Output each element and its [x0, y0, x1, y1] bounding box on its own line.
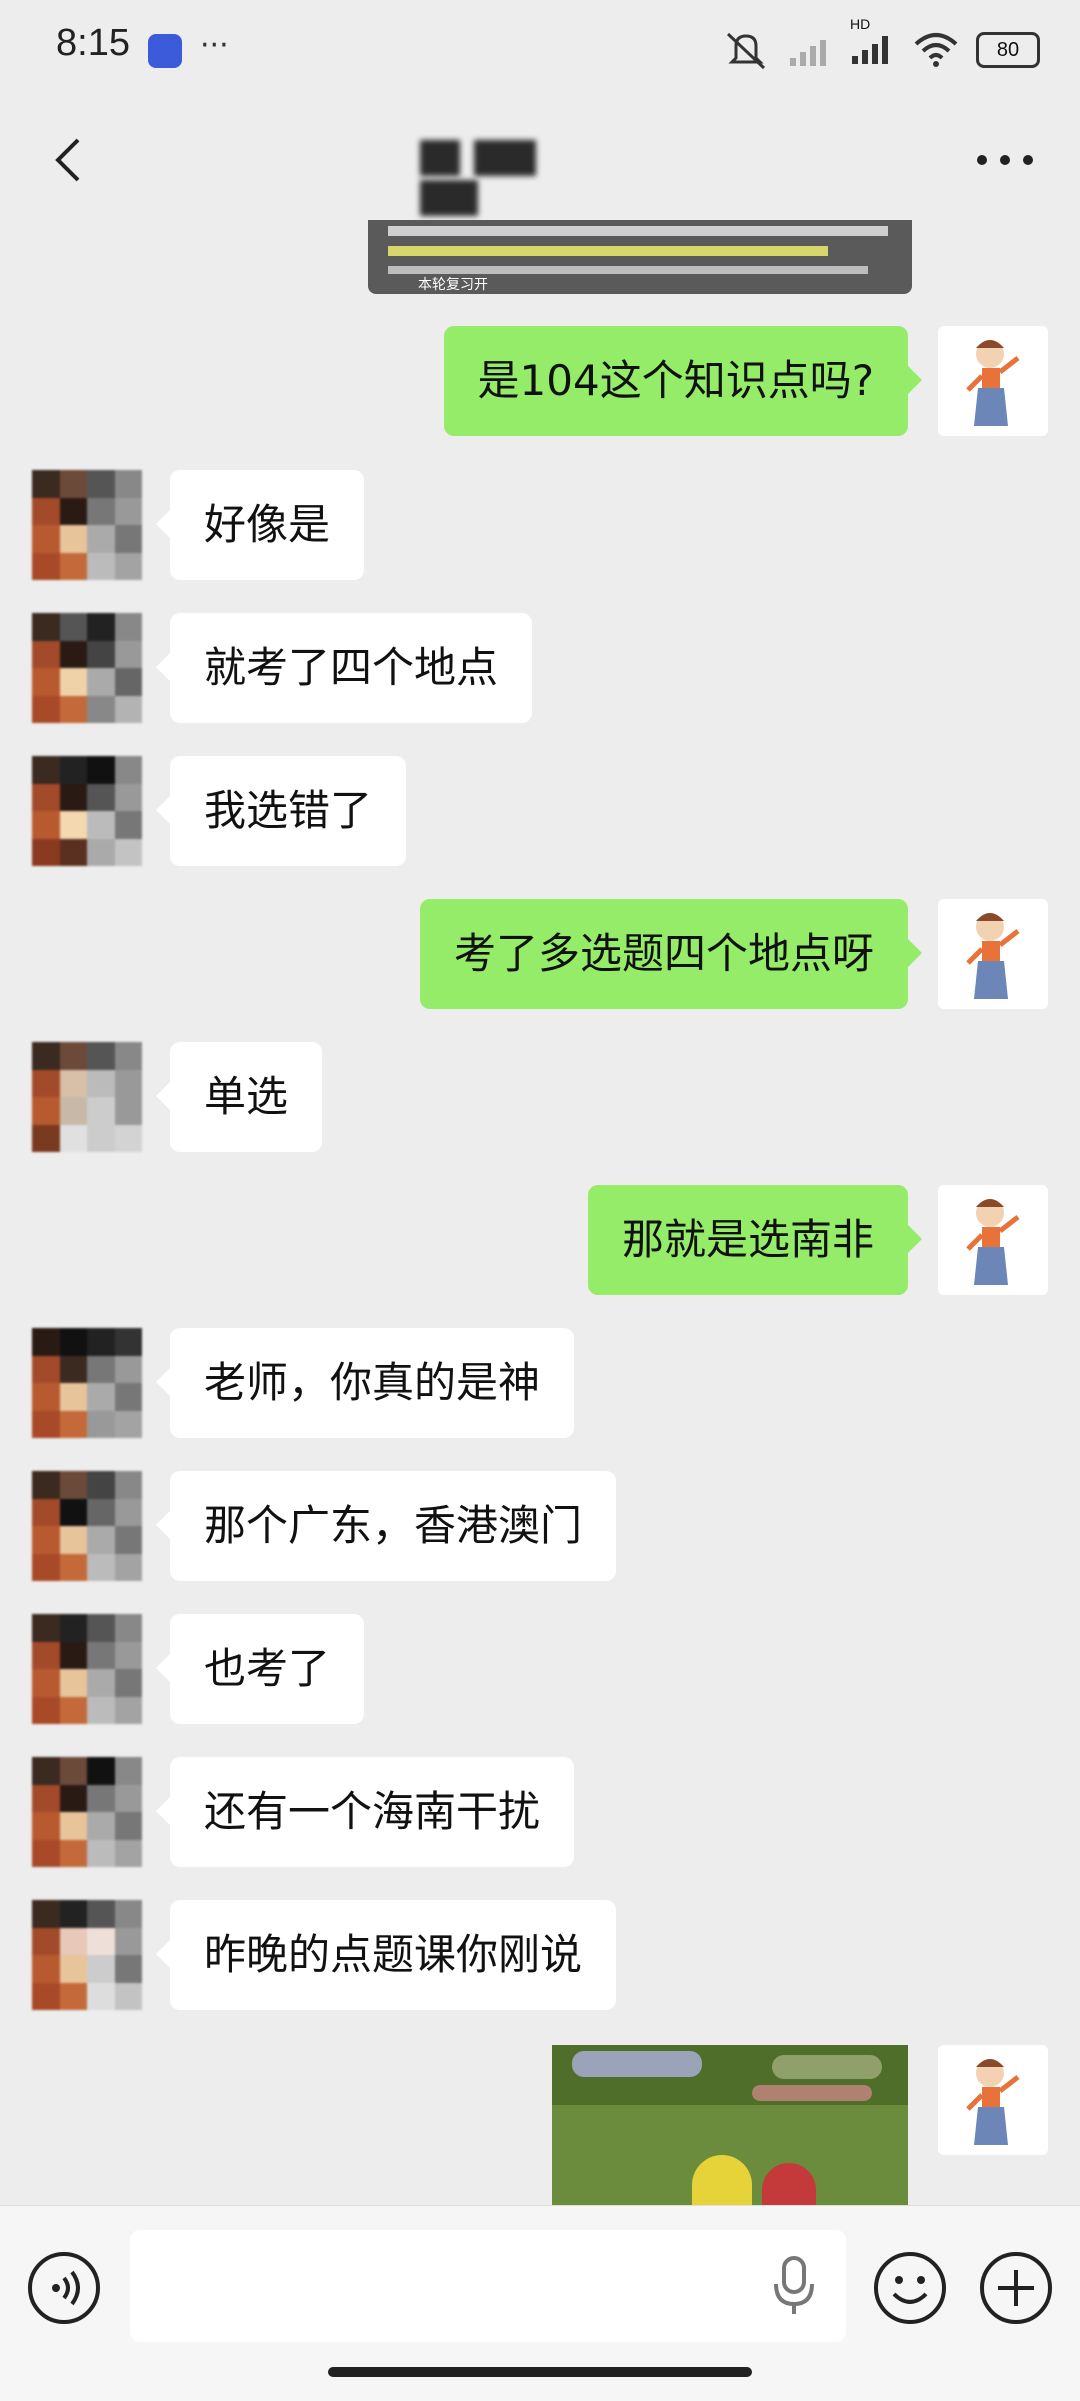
- avatar-self[interactable]: [938, 1185, 1048, 1295]
- message-bubble-out[interactable]: 那就是选南非: [587, 1185, 923, 1295]
- home-indicator[interactable]: [328, 2367, 752, 2377]
- avatar-contact[interactable]: [32, 1614, 142, 1724]
- message-bubble-in[interactable]: 还有一个海南干扰: [155, 1757, 575, 1867]
- avatar-contact[interactable]: [32, 1042, 142, 1152]
- message-row: 好像是: [0, 470, 1080, 580]
- avatar-contact[interactable]: [32, 1900, 142, 2010]
- message-bubble-in[interactable]: 老师，你真的是神: [155, 1328, 575, 1438]
- status-bar: 8:15 ··· HD 80: [0, 0, 1080, 100]
- avatar-contact[interactable]: [32, 756, 142, 866]
- message-row: 考了多选题四个地点呀: [0, 899, 1080, 1009]
- voice-mode-button[interactable]: [28, 2252, 100, 2324]
- shared-image-screenshot[interactable]: 本轮复习开: [368, 220, 912, 294]
- message-bubble-in[interactable]: 那个广东，香港澳门: [155, 1471, 617, 1581]
- avatar-contact[interactable]: [32, 1471, 142, 1581]
- message-bubble-in[interactable]: 单选: [155, 1042, 323, 1152]
- avatar-contact[interactable]: [32, 613, 142, 723]
- avatar-self[interactable]: [938, 2045, 1048, 2155]
- message-bubble-in[interactable]: 也考了: [155, 1614, 365, 1724]
- message-bubble-in[interactable]: 好像是: [155, 470, 365, 580]
- message-bubble-in[interactable]: 昨晚的点题课你刚说: [155, 1900, 617, 2010]
- status-time: 8:15: [56, 22, 130, 64]
- avatar-contact[interactable]: [32, 1328, 142, 1438]
- wifi-icon: [914, 33, 958, 67]
- girl-avatar-icon: [966, 2059, 1020, 2145]
- add-attachment-icon[interactable]: [978, 2250, 1054, 2326]
- message-bubble-out[interactable]: 考了多选题四个地点呀: [419, 899, 923, 1009]
- message-bubble-in[interactable]: 我选错了: [155, 756, 407, 866]
- avatar-self[interactable]: [938, 899, 1048, 1009]
- chat-title-pixelated: [420, 140, 620, 216]
- message-row: 老师，你真的是神: [0, 1328, 1080, 1438]
- avatar-contact[interactable]: [32, 1757, 142, 1867]
- message-row: 就考了四个地点: [0, 613, 1080, 723]
- message-bubble-out[interactable]: 是104这个知识点吗?: [443, 326, 923, 436]
- message-row: 那个广东，香港澳门: [0, 1471, 1080, 1581]
- voice-wave-icon: [52, 2270, 80, 2306]
- chat-message-list[interactable]: 本轮复习开 是104这个知识点吗? 好像是 就考了四个地点 我选错了 考了多选题…: [0, 220, 1080, 2205]
- message-text-input[interactable]: [130, 2230, 846, 2342]
- girl-avatar-icon: [966, 913, 1020, 999]
- message-row: 还有一个海南干扰: [0, 1757, 1080, 1867]
- girl-avatar-icon: [966, 340, 1020, 426]
- more-dots-icon[interactable]: [970, 130, 1040, 190]
- message-row: 我选错了: [0, 756, 1080, 866]
- message-row: 是104这个知识点吗?: [0, 326, 1080, 436]
- shared-image-photo[interactable]: [552, 2045, 908, 2205]
- image-caption: 本轮复习开: [418, 277, 488, 293]
- battery-indicator: 80: [976, 32, 1040, 68]
- chevron-left-icon[interactable]: [40, 130, 100, 190]
- status-icons: HD 80: [722, 16, 1040, 74]
- signal-weak-icon: [790, 40, 826, 66]
- mute-icon: [726, 32, 766, 70]
- message-row: 那就是选南非: [0, 1185, 1080, 1295]
- message-row: 昨晚的点题课你刚说: [0, 1900, 1080, 2010]
- microphone-icon[interactable]: [770, 2254, 818, 2318]
- signal-hd-icon: HD: [850, 16, 896, 70]
- app-notification-icon: [148, 34, 182, 68]
- avatar-self[interactable]: [938, 326, 1048, 436]
- hd-label: HD: [850, 16, 871, 32]
- status-more-notifications: ···: [200, 28, 229, 63]
- girl-avatar-icon: [966, 1199, 1020, 1285]
- message-bubble-in[interactable]: 就考了四个地点: [155, 613, 533, 723]
- message-row: 单选: [0, 1042, 1080, 1152]
- message-row: 也考了: [0, 1614, 1080, 1724]
- avatar-contact[interactable]: [32, 470, 142, 580]
- emoji-icon[interactable]: [872, 2250, 948, 2326]
- chat-header: [0, 100, 1080, 220]
